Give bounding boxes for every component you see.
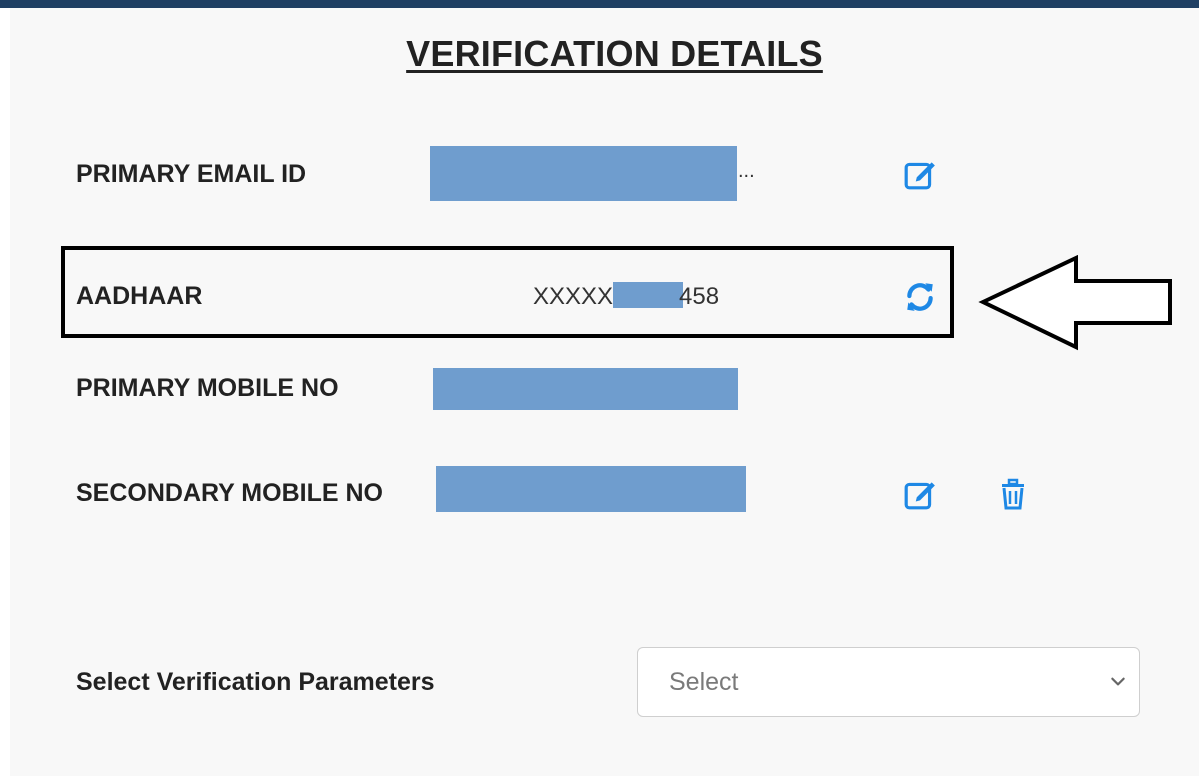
refresh-icon: [907, 283, 933, 311]
primary-email-label: PRIMARY EMAIL ID: [76, 160, 307, 188]
aadhaar-label: AADHAAR: [76, 282, 203, 310]
aadhaar-masked-value: XXXXX 458: [533, 282, 719, 311]
edit-primary-email-button[interactable]: [903, 157, 937, 191]
primary-mobile-label: PRIMARY MOBILE NO: [76, 374, 339, 402]
primary-email-redacted-value: [430, 146, 737, 201]
top-header-bar: [0, 0, 1199, 8]
page-title: VERIFICATION DETAILS: [406, 33, 823, 74]
primary-email-ellipsis: ...: [738, 160, 755, 182]
delete-secondary-mobile-button[interactable]: [997, 477, 1029, 511]
left-arrow-annotation: [978, 255, 1172, 351]
edit-secondary-mobile-button[interactable]: [903, 477, 937, 511]
aadhaar-prefix: XXXXX: [533, 283, 614, 310]
verification-parameters-select[interactable]: Select: [637, 647, 1140, 717]
verification-parameters-label: Select Verification Parameters: [76, 668, 435, 696]
trash-icon: [1002, 478, 1024, 510]
chevron-down-icon: [1111, 677, 1125, 686]
secondary-mobile-label: SECONDARY MOBILE NO: [76, 479, 383, 507]
edit-icon: [904, 162, 935, 190]
primary-mobile-redacted-value: [433, 368, 738, 410]
refresh-aadhaar-button[interactable]: [903, 280, 937, 314]
edit-icon: [904, 482, 935, 510]
aadhaar-redacted-digits: [613, 282, 684, 308]
aadhaar-suffix: 458: [679, 283, 720, 310]
secondary-mobile-redacted-value: [436, 466, 746, 512]
select-current-value: Select: [669, 668, 739, 696]
